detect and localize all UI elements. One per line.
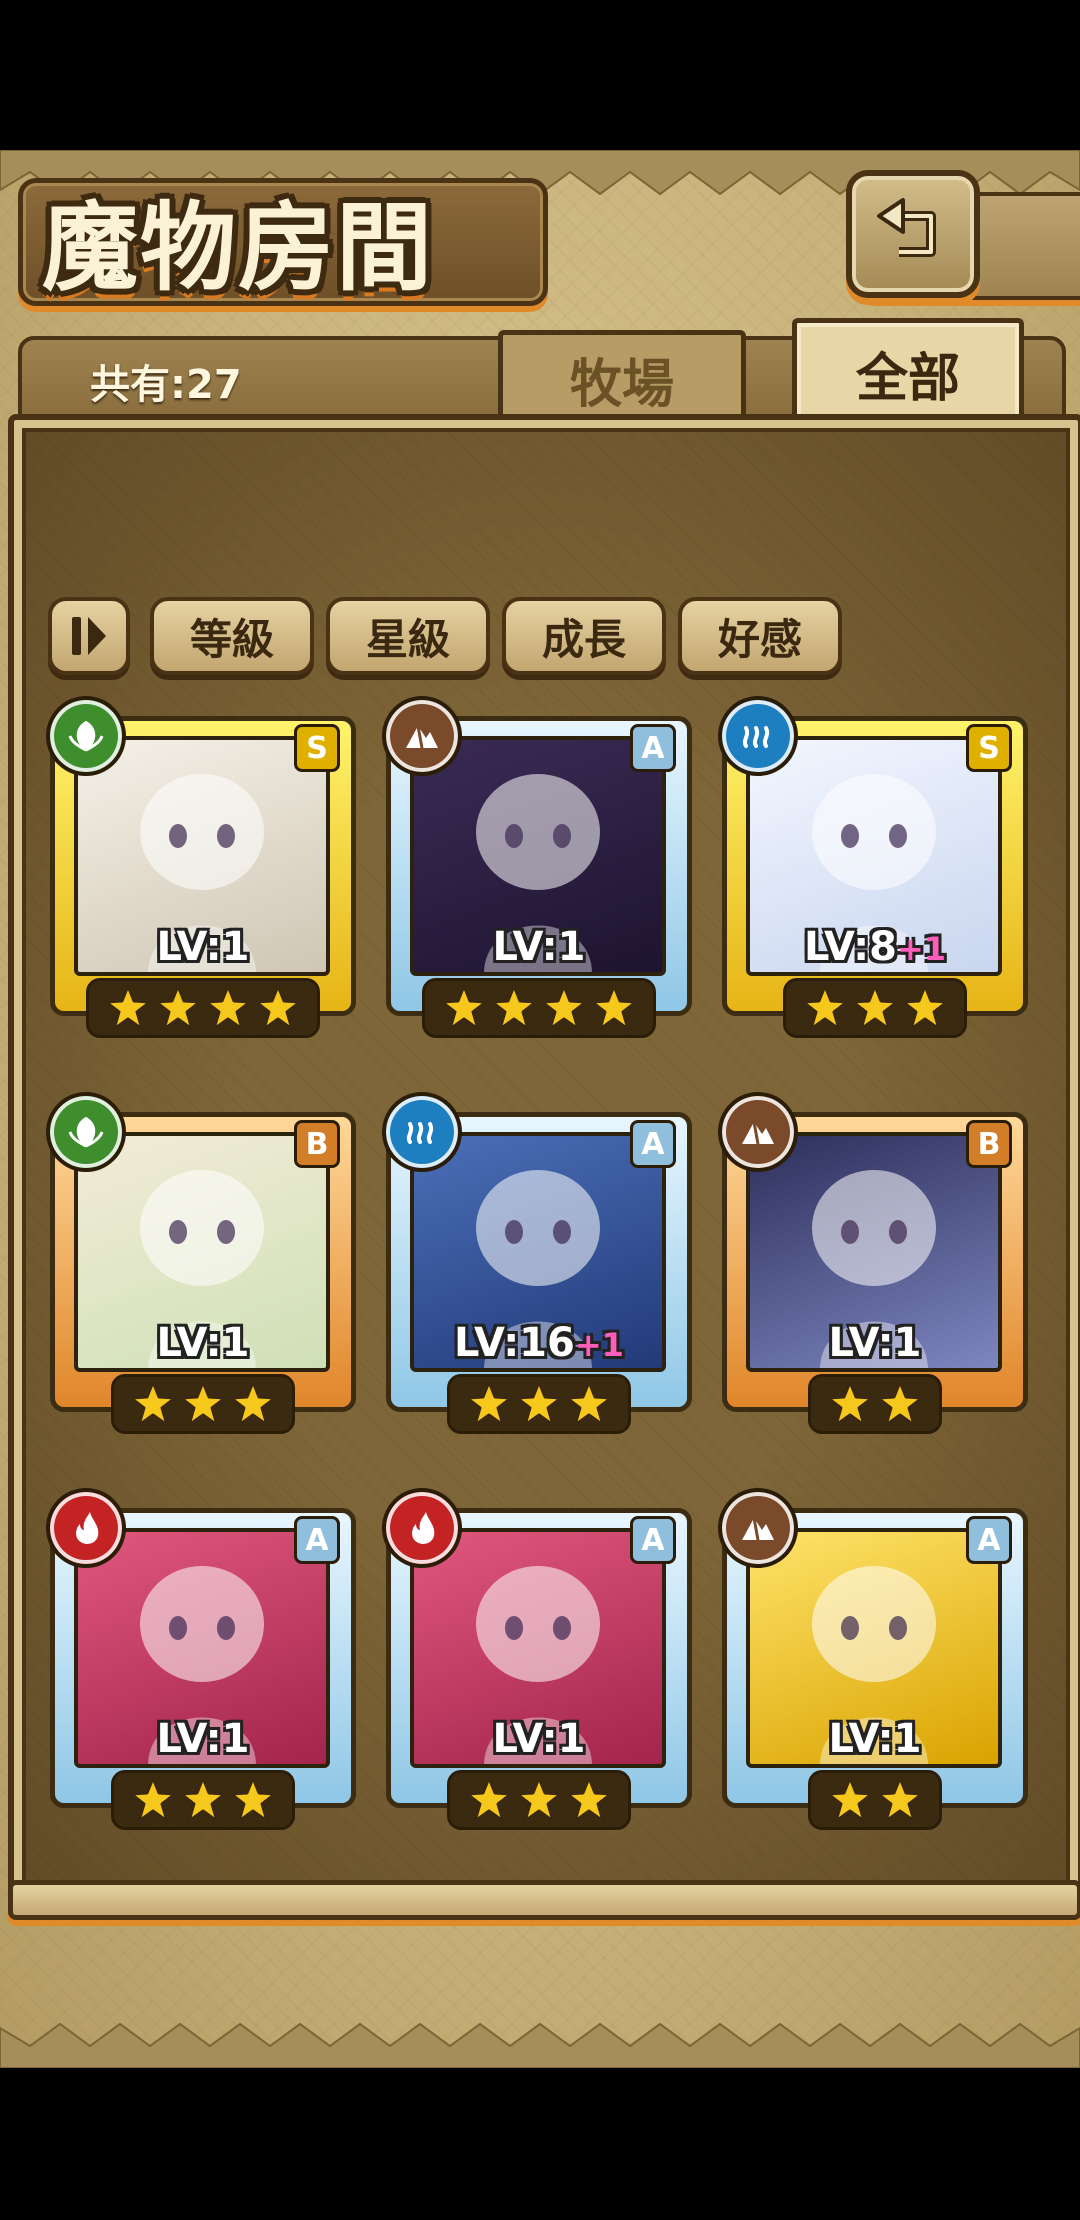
star-icon xyxy=(154,984,202,1031)
sort-affection-button[interactable]: 好感 xyxy=(678,597,842,675)
star-icon xyxy=(801,984,849,1031)
star-icon xyxy=(515,1380,563,1427)
rank-badge: B xyxy=(966,1120,1012,1168)
star-rating xyxy=(722,1770,1028,1830)
star-rating xyxy=(50,1770,356,1830)
star-icon xyxy=(876,1380,924,1427)
rank-badge: A xyxy=(630,1120,676,1168)
level-label: LV:1 xyxy=(50,924,356,970)
star-icon xyxy=(254,984,302,1031)
level-label: LV:16+1 xyxy=(386,1320,692,1366)
star-icon xyxy=(129,1776,177,1823)
star-icon xyxy=(179,1776,227,1823)
star-rating xyxy=(50,1374,356,1434)
level-value: LV:8 xyxy=(803,924,897,970)
monster-card[interactable]: A LV:1 xyxy=(382,696,692,1038)
level-value: LV:1 xyxy=(492,1716,586,1762)
tab-all[interactable]: 全部 xyxy=(792,318,1024,423)
star-icon xyxy=(540,984,588,1031)
star-icon xyxy=(851,984,899,1031)
monster-card[interactable]: B LV:1 xyxy=(46,1092,356,1434)
panel-bottom-rail xyxy=(8,1880,1080,1920)
star-icon xyxy=(229,1776,277,1823)
earth-element-icon xyxy=(718,1488,798,1568)
star-rating xyxy=(386,1374,692,1434)
water-element-icon xyxy=(718,696,798,776)
monster-card[interactable]: A LV:1 xyxy=(46,1488,356,1830)
level-bonus: +1 xyxy=(574,1326,624,1364)
level-value: LV:1 xyxy=(828,1716,922,1762)
level-label: LV:1 xyxy=(386,1716,692,1762)
level-label: LV:8+1 xyxy=(722,924,1028,970)
level-value: LV:1 xyxy=(492,924,586,970)
star-icon xyxy=(826,1776,874,1823)
earth-element-icon xyxy=(718,1092,798,1172)
star-icon xyxy=(565,1380,613,1427)
earth-element-icon xyxy=(382,696,462,776)
monster-card[interactable]: S LV:1 xyxy=(46,696,356,1038)
star-icon xyxy=(565,1776,613,1823)
rank-badge: S xyxy=(966,724,1012,772)
star-icon xyxy=(826,1380,874,1427)
monster-card[interactable]: A LV:1 xyxy=(382,1488,692,1830)
sort-order-button[interactable] xyxy=(48,597,130,675)
back-button[interactable] xyxy=(846,170,980,298)
rank-badge: A xyxy=(294,1516,340,1564)
star-icon xyxy=(515,1776,563,1823)
star-icon xyxy=(490,984,538,1031)
zigzag-border-bottom xyxy=(0,2022,1080,2068)
page-title: 魔物房間 xyxy=(42,191,434,304)
star-icon xyxy=(129,1380,177,1427)
sort-level-button[interactable]: 等級 xyxy=(150,597,314,675)
star-rating xyxy=(722,978,1028,1038)
monster-count: 共有:27 xyxy=(90,362,242,408)
star-icon xyxy=(465,1776,513,1823)
star-icon xyxy=(179,1380,227,1427)
star-icon xyxy=(204,984,252,1031)
level-value: LV:1 xyxy=(156,1716,250,1762)
level-label: LV:1 xyxy=(50,1716,356,1762)
sort-toggle-icon xyxy=(72,617,106,655)
fire-element-icon xyxy=(382,1488,462,1568)
monster-card[interactable]: B LV:1 xyxy=(718,1092,1028,1434)
level-label: LV:1 xyxy=(722,1716,1028,1762)
star-rating xyxy=(386,978,692,1038)
level-label: LV:1 xyxy=(386,924,692,970)
level-bonus: +1 xyxy=(896,930,947,968)
star-rating xyxy=(386,1770,692,1830)
level-value: LV:1 xyxy=(828,1320,922,1366)
level-label: LV:1 xyxy=(50,1320,356,1366)
star-icon xyxy=(590,984,638,1031)
level-label: LV:1 xyxy=(722,1320,1028,1366)
rank-badge: A xyxy=(630,724,676,772)
star-icon xyxy=(876,1776,924,1823)
return-arrow-icon xyxy=(877,198,936,257)
star-icon xyxy=(229,1380,277,1427)
rank-badge: A xyxy=(630,1516,676,1564)
rank-badge: B xyxy=(294,1120,340,1168)
water-element-icon xyxy=(382,1092,462,1172)
star-icon xyxy=(465,1380,513,1427)
level-value: LV:16 xyxy=(454,1320,575,1366)
star-rating xyxy=(50,978,356,1038)
level-value: LV:1 xyxy=(156,924,250,970)
sort-growth-button[interactable]: 成長 xyxy=(502,597,666,675)
leaf-element-icon xyxy=(46,696,126,776)
leaf-element-icon xyxy=(46,1092,126,1172)
star-icon xyxy=(901,984,949,1031)
star-icon xyxy=(104,984,152,1031)
tab-farm[interactable]: 牧場 xyxy=(498,330,746,423)
rank-badge: A xyxy=(966,1516,1012,1564)
level-value: LV:1 xyxy=(156,1320,250,1366)
star-icon xyxy=(440,984,488,1031)
rank-badge: S xyxy=(294,724,340,772)
monster-card[interactable]: S LV:8+1 xyxy=(718,696,1028,1038)
sort-stars-button[interactable]: 星級 xyxy=(326,597,490,675)
star-rating xyxy=(722,1374,1028,1434)
monster-card[interactable]: A LV:16+1 xyxy=(382,1092,692,1434)
monster-card[interactable]: A LV:1 xyxy=(718,1488,1028,1830)
fire-element-icon xyxy=(46,1488,126,1568)
